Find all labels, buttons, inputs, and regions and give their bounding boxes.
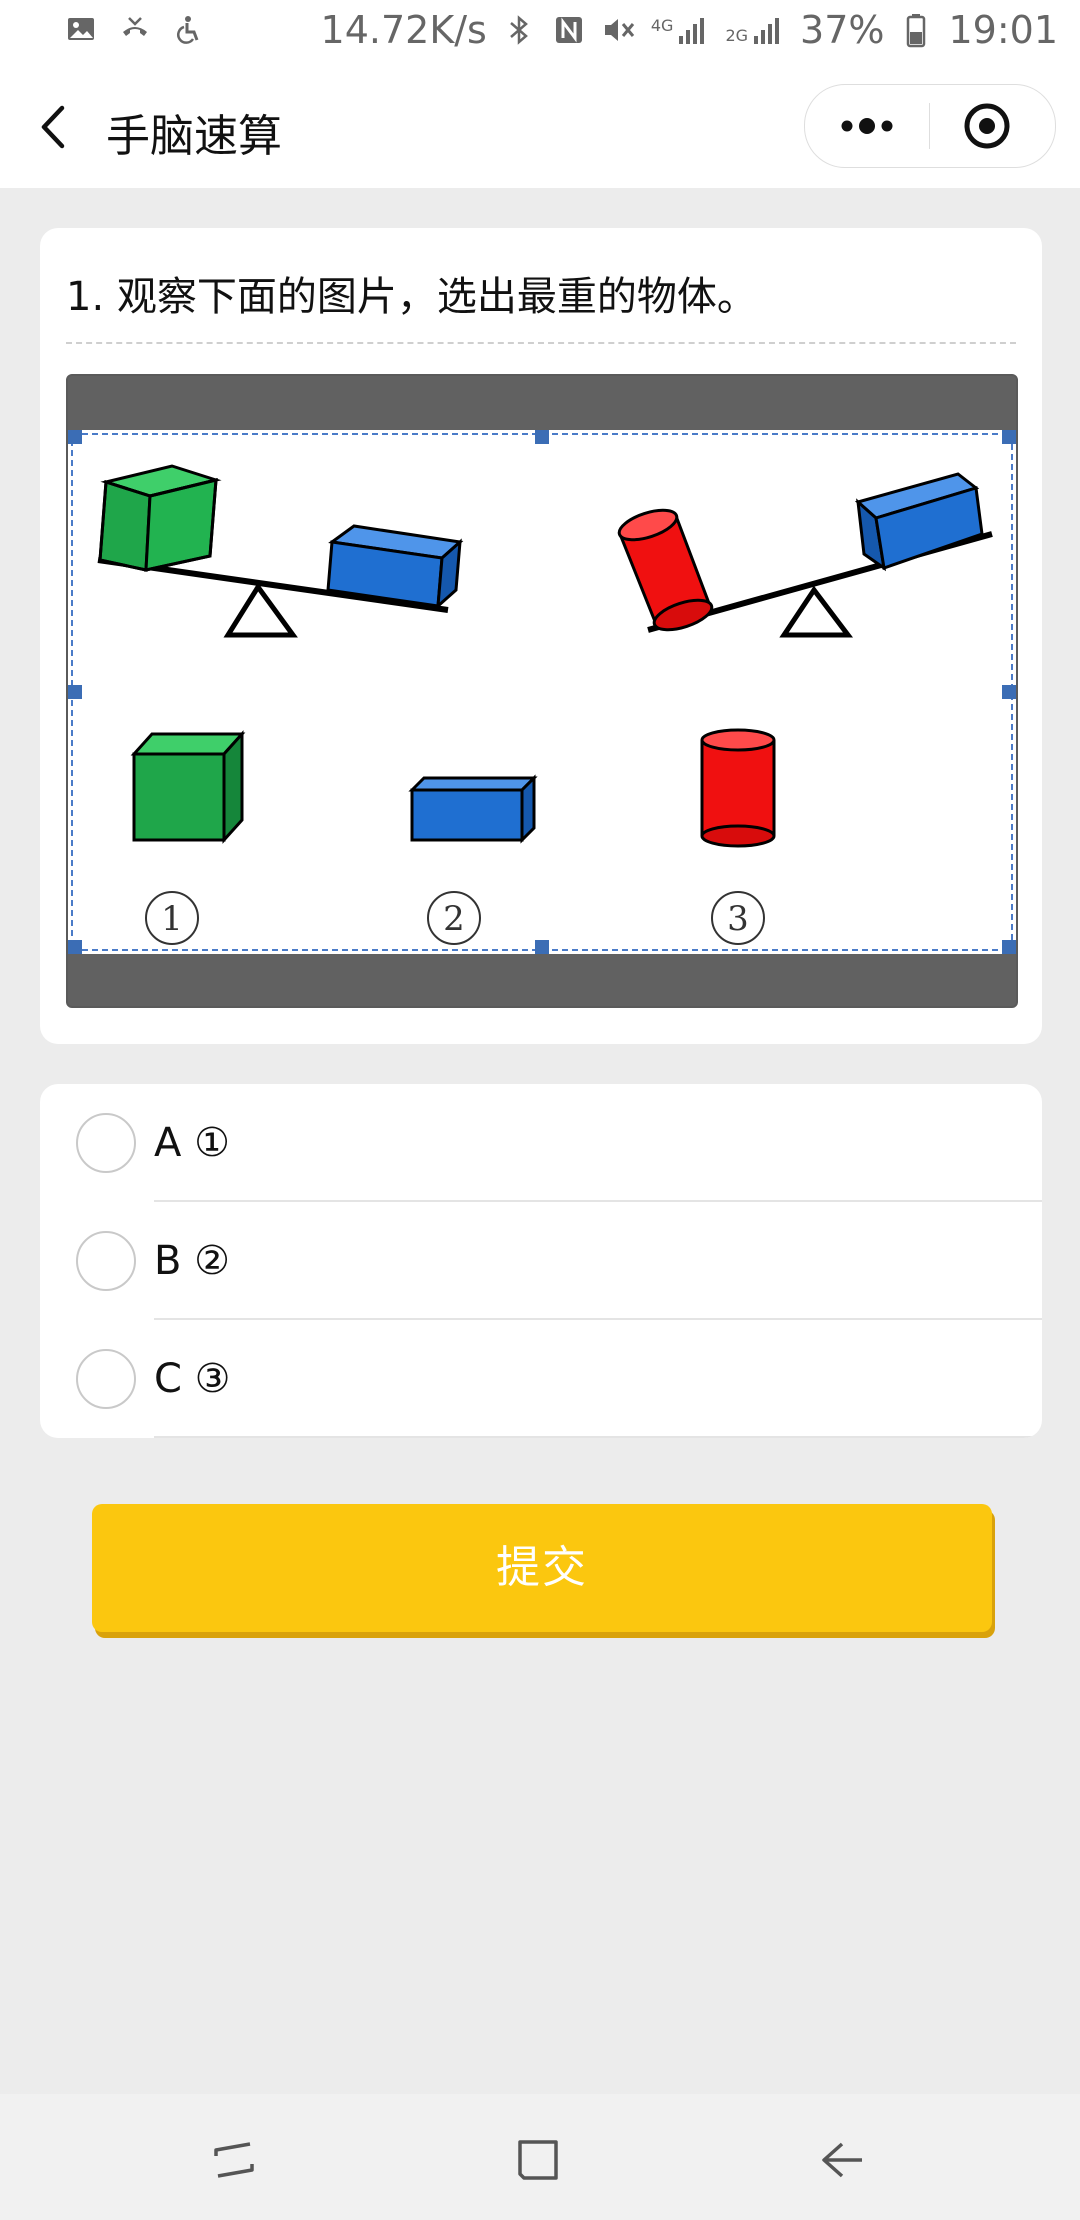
option-value: ①: [194, 1120, 230, 1166]
status-left-icons: [66, 14, 204, 44]
clock: 19:01: [948, 8, 1058, 52]
network-speed: 14.72K/s: [320, 8, 487, 52]
blue-box-on-seesaw: [326, 524, 464, 610]
system-navigation-bar: [0, 2094, 1080, 2220]
green-cube-on-seesaw: [98, 464, 222, 572]
page-title: 手脑速算: [106, 111, 282, 162]
mute-icon: [601, 12, 637, 48]
signal-4g: 4G: [651, 12, 712, 48]
svg-text:1: 1: [161, 899, 183, 939]
figure-label-1: 1: [145, 891, 199, 945]
option-letter: C: [154, 1356, 182, 1402]
more-button[interactable]: [805, 85, 929, 167]
option-value: ②: [194, 1238, 231, 1284]
network-4g-label: 4G: [650, 16, 674, 35]
accessibility-icon: [174, 14, 204, 44]
battery-icon: [898, 12, 934, 48]
status-bar: 14.72K/s 4G 2G 37% 19:01: [0, 0, 1080, 66]
option-label: B ②: [154, 1238, 230, 1284]
back-button[interactable]: [28, 98, 80, 156]
option-value: ③: [194, 1356, 231, 1402]
dashed-divider: [66, 342, 1016, 344]
option-c[interactable]: C ③: [40, 1320, 1042, 1438]
target-icon: [964, 103, 1010, 149]
home-icon: [518, 2140, 558, 2180]
balance-figure: 1 2 3: [68, 430, 1016, 954]
option-divider: [154, 1436, 1042, 1438]
mini-program-capsule: [804, 84, 1056, 168]
green-cube: [130, 730, 246, 844]
network-2g-label: 2G: [725, 26, 749, 45]
option-a[interactable]: A ①: [40, 1084, 1042, 1202]
radio-button[interactable]: [76, 1113, 136, 1173]
question-text: 1. 观察下面的图片，选出最重的物体。: [66, 274, 757, 320]
svg-text:3: 3: [727, 899, 749, 939]
nfc-icon: [551, 12, 587, 48]
figure-label-3: 3: [711, 891, 765, 945]
home-button[interactable]: [510, 2132, 566, 2188]
chevron-left-icon: [41, 105, 65, 149]
question-figure: 1 2 3: [66, 374, 1018, 1008]
recent-apps-button[interactable]: [206, 2132, 262, 2188]
option-label: A ①: [154, 1120, 230, 1166]
option-b[interactable]: B ②: [40, 1202, 1042, 1320]
battery-percent: 37%: [800, 8, 885, 52]
option-label: C ③: [154, 1356, 231, 1402]
bluetooth-icon: [501, 12, 537, 48]
signal-2g: 2G: [725, 12, 786, 48]
option-letter: B: [154, 1238, 182, 1284]
missed-call-icon: [120, 14, 150, 44]
options-card: A ① B ② C ③: [40, 1084, 1042, 1438]
recent-apps-icon: [214, 2142, 254, 2178]
radio-button[interactable]: [76, 1349, 136, 1409]
radio-button[interactable]: [76, 1231, 136, 1291]
red-cylinder: [700, 728, 776, 848]
figure-label-2: 2: [427, 891, 481, 945]
option-letter: A: [154, 1120, 182, 1166]
more-dots-icon: [841, 118, 893, 134]
status-right-icons: 14.72K/s 4G 2G 37% 19:01: [321, 8, 1058, 52]
submit-button[interactable]: 提交: [92, 1504, 992, 1632]
question-card: 1. 观察下面的图片，选出最重的物体。 1 2 3: [40, 228, 1042, 1044]
svg-text:2: 2: [443, 899, 465, 939]
image-icon: [66, 14, 96, 44]
back-nav-button[interactable]: [814, 2132, 870, 2188]
signal-icon: [675, 12, 711, 48]
navigation-bar: 手脑速算: [0, 66, 1080, 188]
blue-box: [408, 774, 538, 844]
close-button[interactable]: [930, 85, 1054, 167]
signal-icon: [750, 12, 786, 48]
back-icon: [822, 2142, 862, 2178]
